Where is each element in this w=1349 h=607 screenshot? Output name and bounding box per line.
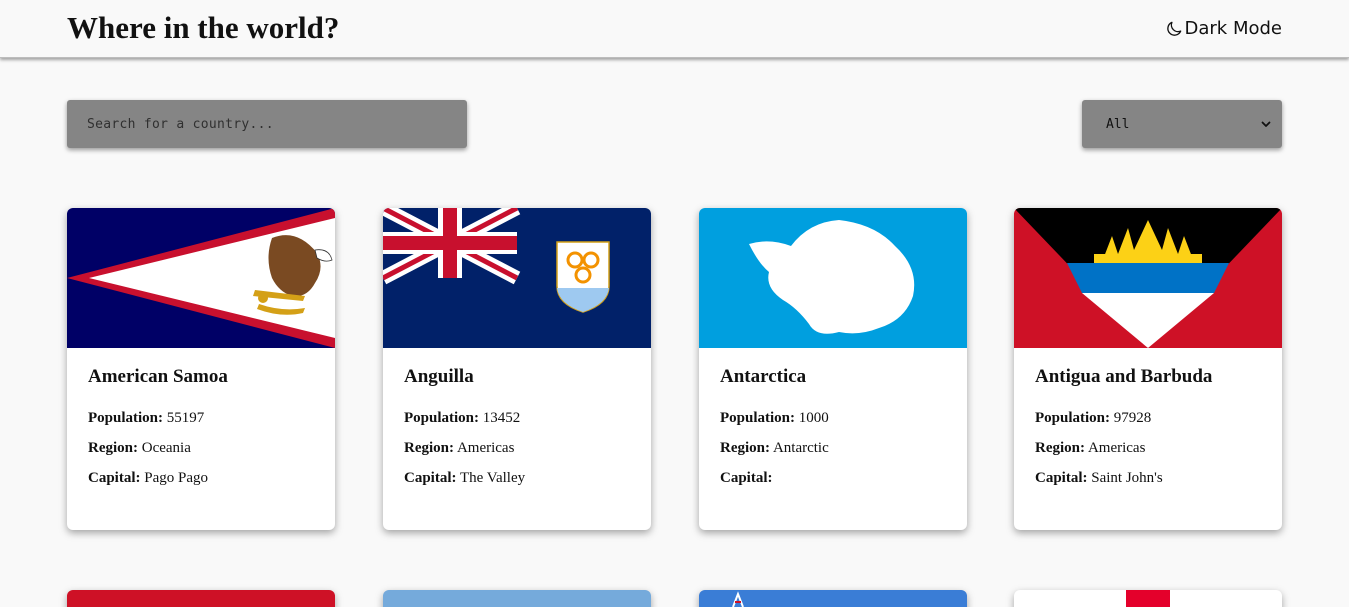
- country-name: Antarctica: [720, 366, 807, 387]
- region-row: Region: Americas: [1035, 433, 1261, 463]
- region-label: Region:: [720, 440, 770, 456]
- antarctica-flag: [699, 208, 967, 348]
- capital-label: Capital:: [720, 470, 773, 486]
- country-card-body: Anguilla Population: 13452 Region: Ameri…: [383, 348, 651, 511]
- country-card-partial[interactable]: [383, 590, 651, 607]
- population-value: 97928: [1113, 410, 1152, 426]
- flag-stripe-icon: [1126, 590, 1170, 607]
- population-row: Population: 55197: [88, 403, 314, 433]
- population-label: Population:: [88, 410, 164, 426]
- region-filter-select[interactable]: All: [1082, 100, 1282, 148]
- region-filter-value: All: [1106, 116, 1130, 132]
- country-name: American Samoa: [88, 366, 228, 387]
- country-card-partial[interactable]: [67, 590, 335, 607]
- flag-emblem-icon: [732, 591, 744, 607]
- population-row: Population: 97928: [1035, 403, 1261, 433]
- region-row: Region: Americas: [404, 433, 630, 463]
- region-value: Americas: [1087, 440, 1146, 456]
- capital-row: Capital: The Valley: [404, 463, 630, 493]
- dark-mode-label: Dark Mode: [1184, 18, 1282, 39]
- capital-row: Capital:: [720, 463, 946, 493]
- population-row: Population: 1000: [720, 403, 946, 433]
- population-label: Population:: [404, 410, 480, 426]
- country-card-partial[interactable]: [1014, 590, 1282, 607]
- region-row: Region: Antarctic: [720, 433, 946, 463]
- region-label: Region:: [1035, 440, 1085, 456]
- moon-icon: [1164, 19, 1184, 39]
- dark-mode-toggle[interactable]: Dark Mode: [1164, 18, 1282, 39]
- capital-value: Pago Pago: [144, 470, 208, 486]
- population-value: 13452: [482, 410, 521, 426]
- page-title: Where in the world?: [67, 10, 340, 45]
- anguilla-flag: [383, 208, 651, 348]
- population-row: Population: 13452: [404, 403, 630, 433]
- population-label: Population:: [720, 410, 796, 426]
- region-value: Oceania: [141, 440, 191, 456]
- country-name: Antigua and Barbuda: [1035, 366, 1213, 387]
- region-label: Region:: [88, 440, 138, 456]
- antigua-and-barbuda-flag: [1014, 208, 1282, 348]
- capital-value: Saint John's: [1091, 470, 1163, 486]
- country-card-body: Antigua and Barbuda Population: 97928 Re…: [1014, 348, 1282, 511]
- country-name: Anguilla: [404, 366, 474, 387]
- region-value: Antarctic: [772, 440, 829, 456]
- capital-row: Capital: Saint John's: [1035, 463, 1261, 493]
- chevron-down-icon: [1260, 118, 1272, 130]
- capital-row: Capital: Pago Pago: [88, 463, 314, 493]
- capital-value: The Valley: [459, 470, 526, 486]
- population-value: 55197: [166, 410, 205, 426]
- capital-label: Capital:: [404, 470, 457, 486]
- country-card-american-samoa[interactable]: American Samoa Population: 55197 Region:…: [67, 208, 335, 530]
- country-card-antigua-and-barbuda[interactable]: Antigua and Barbuda Population: 97928 Re…: [1014, 208, 1282, 530]
- capital-label: Capital:: [1035, 470, 1088, 486]
- population-value: 1000: [798, 410, 829, 426]
- dolphin-shield-icon: [556, 241, 610, 313]
- capital-label: Capital:: [88, 470, 141, 486]
- country-card-body: American Samoa Population: 55197 Region:…: [67, 348, 335, 511]
- search-input[interactable]: [87, 116, 467, 132]
- search-box: [67, 100, 467, 148]
- region-value: Americas: [456, 440, 515, 456]
- country-card-partial[interactable]: [699, 590, 967, 607]
- country-card-anguilla[interactable]: Anguilla Population: 13452 Region: Ameri…: [383, 208, 651, 530]
- union-jack-icon: [383, 208, 521, 285]
- country-card-antarctica[interactable]: Antarctica Population: 1000 Region: Anta…: [699, 208, 967, 530]
- region-label: Region:: [404, 440, 454, 456]
- american-samoa-flag: [67, 208, 335, 348]
- country-card-body: Antarctica Population: 1000 Region: Anta…: [699, 348, 967, 511]
- population-label: Population:: [1035, 410, 1111, 426]
- region-row: Region: Oceania: [88, 433, 314, 463]
- app-header: Where in the world? Dark Mode: [0, 0, 1349, 58]
